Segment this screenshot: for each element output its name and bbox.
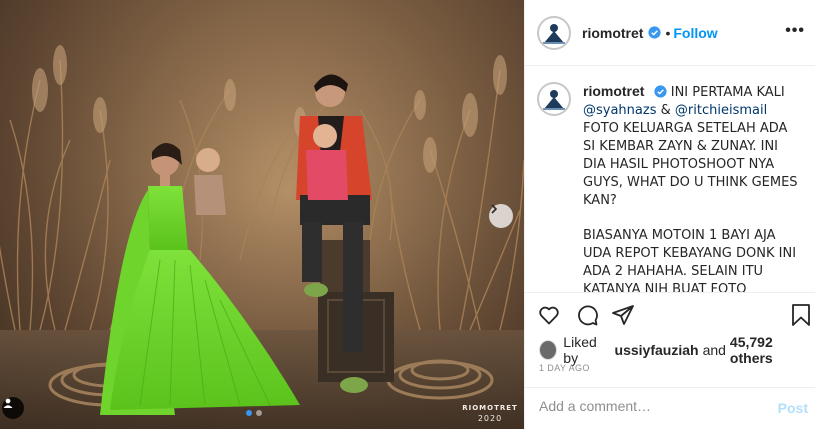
carousel-dot bbox=[246, 410, 252, 416]
mention-link[interactable]: @ritchieismail bbox=[675, 103, 767, 118]
verified-icon bbox=[654, 85, 667, 98]
profile-logo-icon bbox=[540, 18, 568, 47]
comment-bar: Post bbox=[525, 387, 815, 429]
likes-count[interactable]: 45,792 others bbox=[730, 334, 811, 366]
carousel-next-button[interactable] bbox=[489, 204, 513, 228]
profile-logo-icon bbox=[540, 85, 568, 113]
watermark-brand: RIOMOTRET bbox=[462, 404, 518, 412]
caption-paragraph-2: BIASANYA MOTOIN 1 BAYI AJA UDA REPOT KEB… bbox=[583, 228, 797, 292]
action-bar bbox=[525, 292, 815, 336]
liker-avatar[interactable] bbox=[539, 340, 558, 360]
photo-watermark: RIOMOTRET 2020 bbox=[462, 404, 518, 423]
likes-and: and bbox=[702, 342, 726, 358]
header-username[interactable]: riomotret bbox=[582, 25, 643, 41]
comment-input[interactable] bbox=[539, 398, 759, 414]
caption-text-b: FOTO KELUARGA SETELAH ADA SI KEMBAR ZAYN… bbox=[583, 121, 798, 208]
bookmark-icon[interactable] bbox=[790, 303, 812, 327]
post-comment-button[interactable]: Post bbox=[778, 400, 808, 416]
post-photo[interactable]: RIOMOTRET 2020 bbox=[0, 0, 524, 429]
verified-icon bbox=[648, 26, 662, 39]
carousel-dot bbox=[256, 410, 262, 416]
post-timestamp[interactable]: 1 DAY AGO bbox=[539, 363, 590, 373]
comment-icon[interactable] bbox=[575, 303, 599, 327]
liker-username[interactable]: ussiyfauziah bbox=[615, 342, 699, 358]
likes-prefix: Liked by bbox=[563, 334, 597, 366]
post-header: riomotret • Follow ••• bbox=[525, 0, 815, 66]
chevron-right-icon bbox=[491, 204, 498, 214]
more-options-button[interactable]: ••• bbox=[785, 22, 805, 40]
share-icon[interactable] bbox=[611, 303, 635, 327]
mention-link[interactable]: @syahnazs bbox=[583, 103, 656, 118]
follow-separator: • bbox=[665, 24, 671, 41]
carousel-dots bbox=[246, 410, 262, 416]
tag-person-button[interactable] bbox=[2, 397, 24, 419]
post-side-panel: riomotret • Follow ••• riomotret INI PER… bbox=[524, 0, 815, 429]
caption-avatar[interactable] bbox=[537, 82, 571, 116]
avatar[interactable] bbox=[537, 15, 571, 50]
heart-icon[interactable] bbox=[537, 303, 561, 327]
watermark-year: 2020 bbox=[477, 414, 503, 423]
caption-amp: & bbox=[660, 103, 671, 118]
caption-area: riomotret INI PERTAMA KALI @syahnazs & @… bbox=[525, 66, 815, 292]
likes-summary: Liked by ussiyfauziah and 45,792 others bbox=[539, 334, 815, 366]
post-caption: riomotret INI PERTAMA KALI @syahnazs & @… bbox=[583, 82, 802, 292]
tag-person-icon bbox=[3, 398, 13, 408]
caption-username[interactable]: riomotret bbox=[583, 83, 644, 99]
caption-text-a: INI PERTAMA KALI bbox=[670, 85, 785, 100]
follow-button[interactable]: Follow bbox=[673, 25, 717, 41]
photo-scene bbox=[0, 0, 524, 429]
